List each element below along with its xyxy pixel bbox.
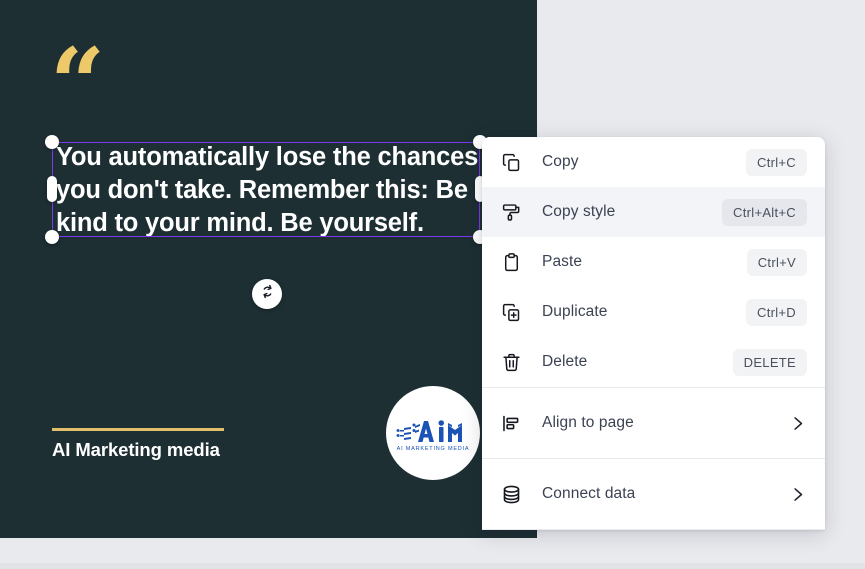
- menu-item-copy-style[interactable]: Copy style Ctrl+Alt+C: [482, 187, 825, 237]
- menu-item-shortcut: Ctrl+V: [746, 248, 807, 276]
- menu-item-label: Copy style: [542, 203, 616, 220]
- menu-submenu-group: Align to page Connect data: [482, 388, 825, 530]
- resize-handle-top-left[interactable]: [45, 135, 59, 149]
- rotate-icon: [259, 283, 276, 305]
- clipboard-icon: [501, 252, 527, 273]
- align-icon: [501, 413, 527, 434]
- quote-text[interactable]: You automatically lose the chances you d…: [56, 141, 480, 240]
- resize-handle-bottom-left[interactable]: [45, 230, 59, 244]
- selected-text-block[interactable]: You automatically lose the chances you d…: [45, 135, 487, 244]
- editor-screen: “ You automatically lose the chances you…: [0, 0, 865, 569]
- slide-canvas[interactable]: “ You automatically lose the chances you…: [0, 0, 537, 538]
- workspace-bottom-strip: [0, 563, 865, 569]
- menu-divider: [482, 529, 825, 530]
- menu-item-label: Delete: [542, 353, 588, 370]
- trash-icon: [501, 352, 527, 373]
- menu-item-shortcut: Ctrl+Alt+C: [722, 198, 807, 226]
- menu-item-duplicate[interactable]: Duplicate Ctrl+D: [482, 287, 825, 337]
- brand-divider: [52, 428, 224, 431]
- logo-badge[interactable]: AI MARKETING MEDIA: [386, 386, 480, 480]
- chevron-right-icon: [788, 485, 807, 504]
- chevron-right-icon: [788, 414, 807, 433]
- resize-handle-middle-left[interactable]: [47, 176, 57, 202]
- copy-icon: [501, 152, 527, 173]
- brand-name[interactable]: AI Marketing media: [52, 439, 220, 461]
- rotate-handle[interactable]: [252, 279, 282, 309]
- menu-item-label: Duplicate: [542, 303, 608, 320]
- logo-mark-icon: AI MARKETING MEDIA: [396, 420, 470, 452]
- database-icon: [501, 484, 527, 505]
- menu-item-connect-data[interactable]: Connect data: [482, 459, 825, 529]
- menu-item-copy[interactable]: Copy Ctrl+C: [482, 137, 825, 187]
- context-menu[interactable]: Copy Ctrl+C Copy style Ctrl+Alt+C Paste …: [482, 137, 825, 530]
- menu-item-label: Paste: [542, 253, 583, 270]
- menu-item-paste[interactable]: Paste Ctrl+V: [482, 237, 825, 287]
- menu-item-shortcut: Ctrl+D: [746, 298, 807, 326]
- quote-mark-icon: “: [50, 27, 108, 140]
- menu-item-align-to-page[interactable]: Align to page: [482, 388, 825, 458]
- menu-item-label: Align to page: [542, 414, 634, 431]
- logo-caption: AI MARKETING MEDIA: [397, 446, 470, 452]
- menu-item-shortcut: DELETE: [732, 348, 807, 376]
- paint-roller-icon: [501, 202, 527, 223]
- menu-item-label: Copy: [542, 153, 579, 170]
- menu-item-delete[interactable]: Delete DELETE: [482, 337, 825, 387]
- menu-item-shortcut: Ctrl+C: [746, 148, 807, 176]
- duplicate-icon: [501, 302, 527, 323]
- menu-item-label: Connect data: [542, 485, 636, 502]
